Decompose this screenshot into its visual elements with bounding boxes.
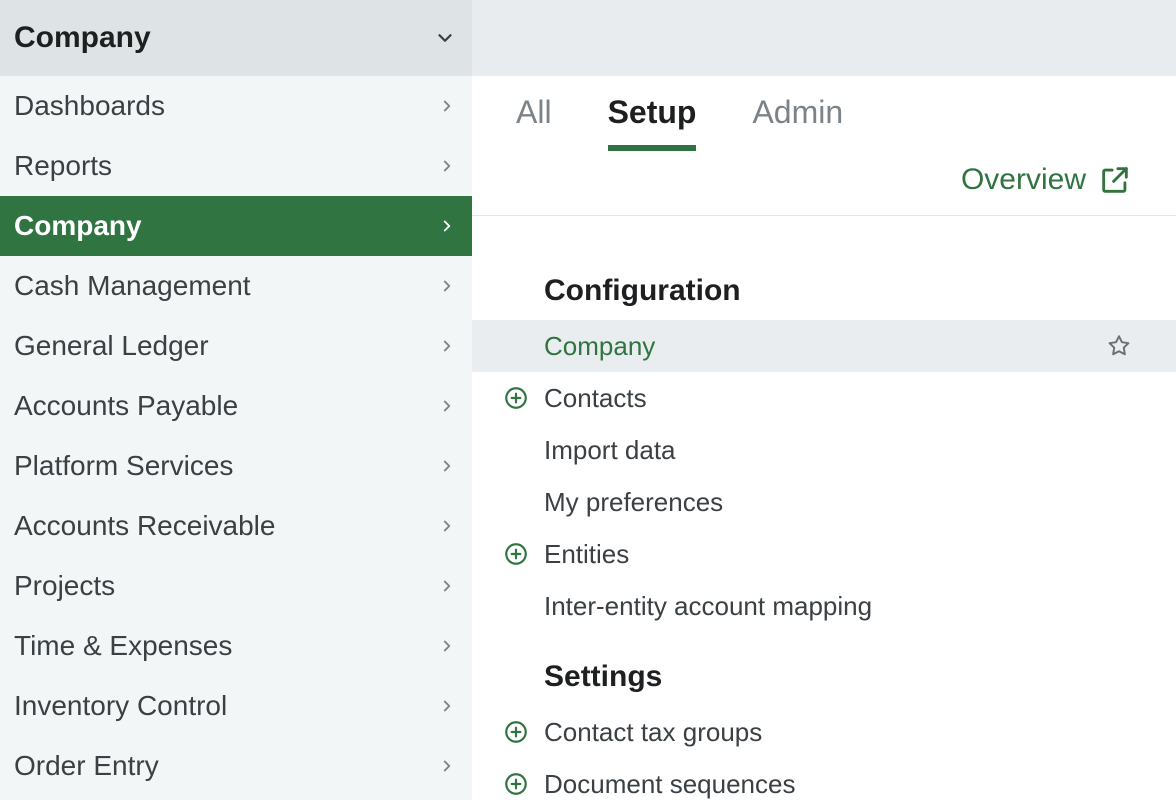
overview-row: Overview xyxy=(472,151,1176,216)
plus-circle-icon[interactable] xyxy=(502,541,530,567)
sidebar-items: Dashboards Reports Company Cash Management G… xyxy=(0,76,472,800)
sidebar-header[interactable]: Company xyxy=(0,0,472,76)
tab-all[interactable]: All xyxy=(516,94,552,151)
plus-circle-icon[interactable] xyxy=(502,719,530,745)
entry-my-preferences[interactable]: My preferences xyxy=(472,476,1176,528)
section-gap xyxy=(472,632,1176,660)
section-title: Settings xyxy=(472,660,1176,706)
tab-setup[interactable]: Setup xyxy=(608,94,697,151)
entry-company[interactable]: Company xyxy=(472,320,1176,372)
panel: All Setup Admin Overview Configuration Comp… xyxy=(472,76,1176,800)
sidebar-item-label: Accounts Payable xyxy=(14,390,238,422)
chevron-right-icon xyxy=(438,397,456,415)
entry-entities[interactable]: Entities xyxy=(472,528,1176,580)
sidebar-item-company[interactable]: Company xyxy=(0,196,472,256)
main-panel: All Setup Admin Overview Configuration Comp… xyxy=(472,0,1176,800)
sidebar-item-label: Time & Expenses xyxy=(14,630,232,662)
chevron-right-icon xyxy=(438,757,456,775)
chevron-right-icon xyxy=(438,517,456,535)
sidebar-item-projects[interactable]: Projects xyxy=(0,556,472,616)
entry-contact-tax-groups[interactable]: Contact tax groups xyxy=(472,706,1176,758)
tabs: All Setup Admin xyxy=(472,76,1176,151)
content-scroll[interactable]: Configuration Company Contacts Import data M… xyxy=(472,246,1176,800)
external-link-icon[interactable] xyxy=(1098,163,1132,197)
sidebar-item-order-entry[interactable]: Order Entry xyxy=(0,736,472,796)
sidebar-item-label: Platform Services xyxy=(14,450,233,482)
chevron-right-icon xyxy=(438,577,456,595)
entry-label: My preferences xyxy=(544,487,723,518)
entry-document-sequences[interactable]: Document sequences xyxy=(472,758,1176,800)
entry-label: Company xyxy=(544,331,655,362)
sidebar-header-title: Company xyxy=(14,21,151,55)
chevron-right-icon xyxy=(438,637,456,655)
plus-circle-icon[interactable] xyxy=(502,385,530,411)
sidebar-item-dashboards[interactable]: Dashboards xyxy=(0,76,472,136)
entry-label: Document sequences xyxy=(544,769,795,800)
tab-admin[interactable]: Admin xyxy=(752,94,843,151)
entry-contacts[interactable]: Contacts xyxy=(472,372,1176,424)
chevron-right-icon xyxy=(438,697,456,715)
section-title: Configuration xyxy=(472,274,1176,320)
sidebar-item-accounts-receivable[interactable]: Accounts Receivable xyxy=(0,496,472,556)
entry-label: Entities xyxy=(544,539,629,570)
entry-import-data[interactable]: Import data xyxy=(472,424,1176,476)
chevron-right-icon xyxy=(438,97,456,115)
chevron-right-icon xyxy=(438,217,456,235)
sidebar-item-accounts-payable[interactable]: Accounts Payable xyxy=(0,376,472,436)
entry-label: Inter-entity account mapping xyxy=(544,591,872,622)
sidebar-item-label: Projects xyxy=(14,570,115,602)
chevron-right-icon xyxy=(438,337,456,355)
chevron-right-icon xyxy=(438,277,456,295)
sidebar-item-reports[interactable]: Reports xyxy=(0,136,472,196)
sidebar-item-inventory-control[interactable]: Inventory Control xyxy=(0,676,472,736)
main-header-spacer xyxy=(472,0,1176,76)
entry-label: Contacts xyxy=(544,383,647,414)
sidebar: Company Dashboards Reports Company Cash Man… xyxy=(0,0,472,800)
sidebar-item-label: Reports xyxy=(14,150,112,182)
plus-circle-icon[interactable] xyxy=(502,771,530,797)
chevron-right-icon xyxy=(438,157,456,175)
entry-label: Contact tax groups xyxy=(544,717,762,748)
sidebar-item-general-ledger[interactable]: General Ledger xyxy=(0,316,472,376)
entry-label: Import data xyxy=(544,435,676,466)
overview-link[interactable]: Overview xyxy=(961,163,1086,197)
star-icon[interactable] xyxy=(1106,333,1132,359)
sidebar-item-label: Cash Management xyxy=(14,270,251,302)
sidebar-item-label: General Ledger xyxy=(14,330,209,362)
sidebar-item-label: Dashboards xyxy=(14,90,165,122)
sidebar-item-label: Company xyxy=(14,210,142,242)
sidebar-item-cash-management[interactable]: Cash Management xyxy=(0,256,472,316)
sidebar-item-time-expenses[interactable]: Time & Expenses xyxy=(0,616,472,676)
sidebar-item-platform-services[interactable]: Platform Services xyxy=(0,436,472,496)
sidebar-item-label: Accounts Receivable xyxy=(14,510,275,542)
sidebar-item-label: Order Entry xyxy=(14,750,159,782)
entry-inter-entity-account-mapping[interactable]: Inter-entity account mapping xyxy=(472,580,1176,632)
chevron-right-icon xyxy=(438,457,456,475)
sidebar-item-label: Inventory Control xyxy=(14,690,227,722)
chevron-down-icon xyxy=(434,27,456,49)
